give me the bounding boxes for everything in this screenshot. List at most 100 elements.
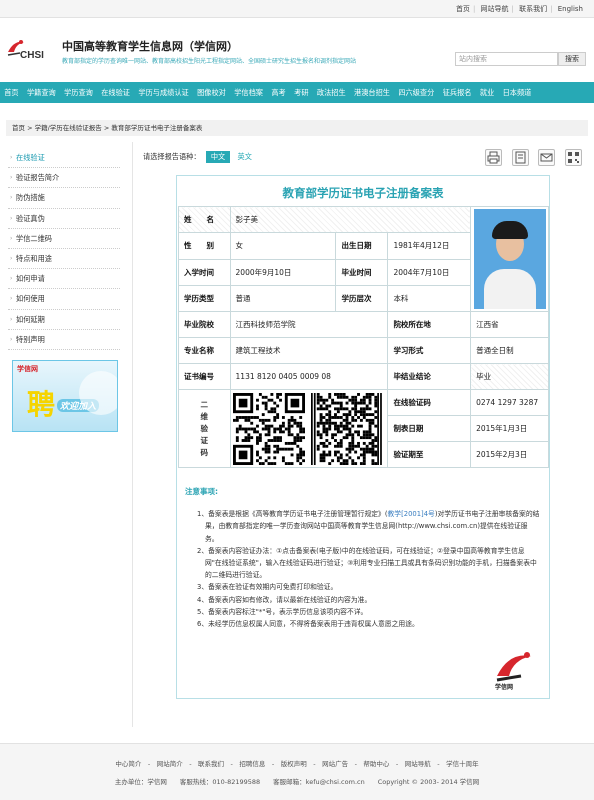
nav-item-2[interactable]: 学历查询	[60, 82, 97, 103]
cert-value: 1131 8120 0405 0009 08	[229, 363, 389, 390]
qr-code[interactable]	[232, 392, 305, 465]
note-item: 6、未经学历信息权属人同意，不得将备案表用于违背权属人意愿之用途。	[195, 618, 540, 630]
top-link-contact[interactable]: 联系我们	[519, 5, 547, 13]
search-button[interactable]: 搜索	[558, 52, 586, 66]
notes-section: 注意事项: 1、备案表是根据《高等教育学历证书电子注册管理暂行规定》(教学[20…	[185, 486, 540, 630]
lang-english-button[interactable]: 英文	[233, 151, 257, 163]
nav-item-9[interactable]: 政法招生	[313, 82, 350, 103]
top-link-english[interactable]: English	[558, 5, 583, 13]
sidebar-item-1[interactable]: › 验证报告简介	[8, 168, 120, 189]
print-icon[interactable]	[485, 149, 503, 166]
chevron-right-icon: ›	[10, 234, 13, 242]
code-value[interactable]: 0274 1297 3287	[470, 389, 549, 416]
birth-label: 出生日期	[335, 232, 389, 260]
sidebar-item-label: 在线验证	[16, 153, 45, 162]
report-title: 教育部学历证书电子注册备案表	[282, 186, 444, 200]
sidebar-item-label: 防伪措施	[16, 193, 45, 203]
sidebar-item-5[interactable]: › 特点和用途	[8, 249, 120, 270]
nav-item-4[interactable]: 学历与成绩认证	[134, 82, 193, 103]
footer-copyright: 主办单位：学信网 客服热线：010-82199588 客服邮箱：kefu@chs…	[114, 778, 480, 786]
email-icon[interactable]	[538, 149, 556, 166]
chevron-right-icon: ›	[10, 214, 13, 222]
sidebar-item-6[interactable]: › 如何申请	[8, 269, 120, 290]
student-photo	[470, 206, 549, 312]
sidebar-item-label: 如何使用	[16, 294, 45, 304]
major-value: 建筑工程技术	[229, 337, 389, 364]
nav-item-5[interactable]: 图像校对	[193, 82, 230, 103]
sidebar-item-4[interactable]: › 学信二维码	[8, 229, 120, 249]
sidebar: › 在线验证 › 验证报告简介 › 防伪措施 › 验证真伪 › 学信二维码 › 特点和用途 › 如何申请 ›…	[8, 148, 120, 350]
type-value: 普通	[229, 284, 337, 313]
search-input[interactable]: 站内搜索	[455, 52, 558, 66]
note-item: 4、备案表内容如有修改，请以最新在线验证的内容为准。	[195, 594, 540, 606]
form-label: 学习形式	[387, 337, 472, 364]
notes-list: 1、备案表是根据《高等教育学历证书电子注册管理暂行规定》(教学[2001]4号)…	[185, 508, 540, 630]
ad-logo-text: 学信网	[17, 365, 38, 373]
note-text: 5、备案表内容标注"*"号，表示学历信息该项内容不详。	[197, 607, 368, 616]
pdf417-barcode[interactable]	[310, 392, 383, 465]
nav-item-0[interactable]: 首页	[0, 82, 23, 103]
level-value: 本科	[387, 284, 472, 313]
report-tools	[478, 149, 582, 166]
loc-value: 江西省	[470, 311, 549, 338]
school-label: 毕业院校	[178, 311, 231, 338]
nav-item-14[interactable]: 日本频道	[498, 82, 535, 103]
report-table: 姓 名 彭子美 性 别 女 出生日期 1981年4月12日 入学时间 2000年…	[178, 205, 549, 468]
type-label: 学历类型	[178, 284, 231, 313]
chsi-logo[interactable]: CHSI	[6, 38, 54, 64]
sidebar-item-2[interactable]: › 防伪措施	[8, 188, 120, 209]
conclusion-value: 毕业	[470, 363, 549, 390]
birth-value: 1981年4月12日	[387, 232, 472, 260]
chevron-right-icon: ›	[10, 254, 13, 262]
note-text: 6、未经学历信息权属人同意，不得将备案表用于违背权属人意愿之用途。	[197, 620, 419, 629]
enroll-value: 2000年9月10日	[229, 258, 337, 286]
sidebar-item-label: 如何申请	[16, 274, 45, 284]
note-item: 3、备案表在验证有效期内可免费打印和验证。	[195, 581, 540, 593]
gender-label: 性 别	[178, 232, 231, 260]
gender-value: 女	[229, 232, 337, 260]
stamp-text: 学信网	[495, 684, 514, 691]
name-value: 彭子美	[229, 205, 472, 234]
recruit-ad-banner[interactable]: 学信网 聘 欢迎加入	[12, 360, 118, 432]
nav-item-1[interactable]: 学籍查询	[23, 82, 60, 103]
note-link[interactable]: 教学[2001]4号	[388, 510, 435, 518]
chevron-right-icon: ›	[10, 295, 13, 303]
ad-decor-circle	[79, 371, 117, 415]
grad-value: 2004年7月10日	[387, 258, 472, 286]
chevron-right-icon: ›	[10, 174, 13, 182]
qrcode-icon[interactable]	[565, 149, 582, 166]
top-link-home[interactable]: 首页	[456, 5, 470, 13]
made-label: 制表日期	[387, 415, 472, 442]
nav-item-12[interactable]: 征兵报名	[439, 82, 476, 103]
nav-item-13[interactable]: 就业	[476, 82, 499, 103]
note-text: 1、备案表是根据《高等教育学历证书电子注册管理暂行规定》(	[197, 510, 388, 519]
lang-chinese-button[interactable]: 中文	[205, 151, 231, 163]
chevron-right-icon: ›	[10, 335, 13, 343]
nav-item-6[interactable]: 学信档案	[230, 82, 267, 103]
nav-item-10[interactable]: 港澳台招生	[350, 82, 394, 103]
top-link-sitemap[interactable]: 网站导航	[481, 5, 509, 13]
sidebar-item-9[interactable]: › 特别声明	[8, 330, 120, 350]
breadcrumb: 首页 > 学籍/学历在线验证报告 > 教育部学历证书电子注册备案表	[6, 120, 588, 136]
sidebar-item-3[interactable]: › 验证真伪	[8, 209, 120, 229]
footer-links[interactable]: 中心简介 - 网站简介 - 联系我们 - 招聘信息 - 版权声明 - 网站广告 …	[0, 758, 594, 768]
note-item: 1、备案表是根据《高等教育学历证书电子注册管理暂行规定》(教学[2001]4号)…	[195, 508, 540, 545]
sidebar-item-0[interactable]: › 在线验证	[8, 148, 120, 169]
sidebar-item-label: 如何延期	[16, 314, 45, 324]
expire-label: 验证期至	[387, 441, 472, 468]
qr-barcode-cell	[229, 389, 389, 468]
sidebar-item-7[interactable]: › 如何使用	[8, 289, 120, 310]
nav-item-7[interactable]: 高考	[267, 82, 290, 103]
nav-item-8[interactable]: 考研	[290, 82, 313, 103]
chevron-right-icon: ›	[10, 154, 13, 161]
nav-item-11[interactable]: 四六级查分	[394, 82, 438, 103]
nav-item-3[interactable]: 在线验证	[97, 82, 134, 103]
main-content: 请选择报告语种： 中文 英文 教育部学历证书电子注册备案表 姓 名 彭子美 性 …	[132, 142, 588, 727]
note-text: 3、备案表在验证有效期内可免费打印和验证。	[197, 583, 338, 592]
sidebar-item-8[interactable]: › 如何延期	[8, 310, 120, 330]
ad-big-char: 聘	[27, 388, 56, 421]
chsi-logo-text: CHSI	[20, 50, 44, 61]
name-label: 姓 名	[178, 205, 231, 234]
save-icon[interactable]	[511, 149, 529, 166]
expire-value: 2015年2月3日	[470, 441, 549, 468]
